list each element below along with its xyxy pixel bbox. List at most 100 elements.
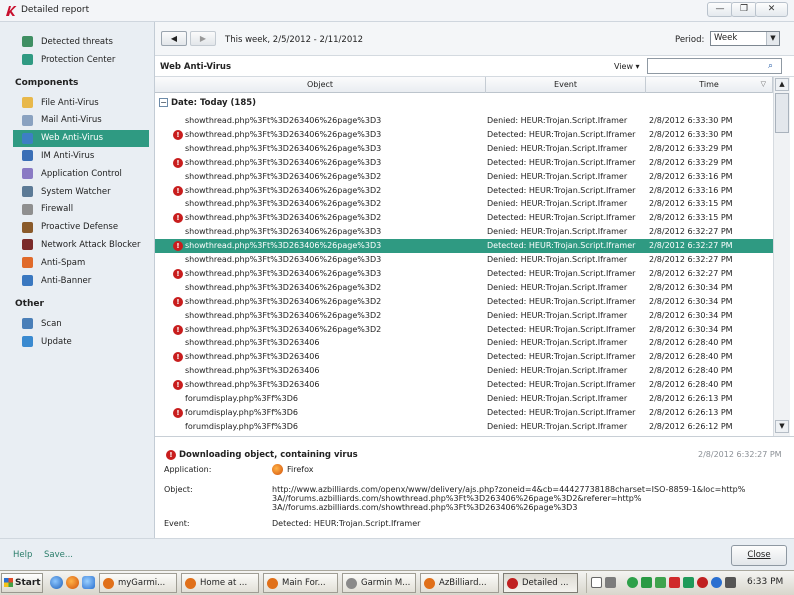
taskbar-button-label: Main For... (282, 578, 326, 588)
taskbar-button-label: myGarmi... (118, 578, 166, 588)
taskbar-button[interactable]: AzBilliard... (420, 573, 499, 593)
sidebar-item-im-anti-virus[interactable]: IM Anti-Virus (13, 147, 149, 164)
column-header-event[interactable]: Event (486, 77, 646, 93)
ie-quicklaunch-icon[interactable] (50, 576, 63, 589)
sidebar-item-detected-threats[interactable]: Detected threats (13, 33, 149, 50)
column-header-object[interactable]: Object (155, 77, 486, 93)
alert-tray-icon[interactable] (669, 577, 680, 588)
sidebar-item-network-attack-blocker[interactable]: Network Attack Blocker (13, 236, 149, 253)
detail-title: Downloading object, containing virus (179, 450, 358, 460)
table-row[interactable]: showthread.php%3Ft%3D263406%26page%3D2 De… (155, 309, 773, 323)
taskbar-button[interactable]: myGarmi... (99, 573, 177, 593)
update-tray-icon[interactable] (655, 577, 666, 588)
start-button[interactable]: Start (1, 573, 43, 593)
taskbar-button[interactable]: Garmin M... (342, 573, 416, 593)
taskbar-button-label: Garmin M... (361, 578, 411, 588)
table-row[interactable]: showthread.php%3Ft%3D263406%26page%3D2 De… (155, 197, 773, 211)
sidebar-item-proactive-defense[interactable]: Proactive Defense (13, 219, 149, 236)
sidebar-item-application-control[interactable]: Application Control (13, 165, 149, 182)
sidebar-item-anti-spam[interactable]: Anti-Spam (13, 254, 149, 271)
cell-object: showthread.php%3Ft%3D263406%26page%3D2 (185, 185, 382, 195)
back-button[interactable]: ◀ (161, 31, 187, 46)
table-row[interactable]: ! showthread.php%3Ft%3D263406%26page%3D2 D… (155, 323, 773, 337)
firefox-quicklaunch-icon[interactable] (66, 576, 79, 589)
volume-tray-icon[interactable] (725, 577, 736, 588)
sidebar-item-anti-banner[interactable]: Anti-Banner (13, 272, 149, 289)
period-label: Period: (675, 35, 705, 45)
taskbar-button[interactable]: Main For... (263, 573, 338, 593)
warning-icon: ! (173, 157, 183, 168)
table-row[interactable]: ! showthread.php%3Ft%3D263406%26page%3D2 D… (155, 295, 773, 309)
arrow-tray-icon[interactable] (605, 577, 616, 588)
table-row[interactable]: ! showthread.php%3Ft%3D263406%26page%3D2 D… (155, 211, 773, 225)
table-row[interactable]: ! showthread.php%3Ft%3D263406 Detected: HE… (155, 350, 773, 364)
shield-tray-icon[interactable] (641, 577, 652, 588)
column-header-time[interactable]: Time ▽ (646, 77, 773, 93)
table-row[interactable]: showthread.php%3Ft%3D263406%26page%3D3 De… (155, 114, 773, 128)
save-link[interactable]: Save... (44, 550, 73, 560)
collapse-icon[interactable]: − (159, 98, 168, 107)
cell-time: 2/8/2012 6:33:16 PM (649, 185, 733, 195)
forward-button[interactable]: ▶ (190, 31, 216, 46)
table-row[interactable]: showthread.php%3Ft%3D263406%26page%3D3 De… (155, 253, 773, 267)
sidebar-item-web-anti-virus[interactable]: Web Anti-Virus (13, 129, 149, 147)
maximize-button[interactable]: ❐ (731, 2, 757, 17)
close-button[interactable]: Close (731, 545, 787, 566)
table-row[interactable]: showthread.php%3Ft%3D263406 Denied: HEUR:… (155, 364, 773, 378)
cell-time: 2/8/2012 6:28:40 PM (649, 380, 733, 390)
scroll-up-button[interactable]: ▲ (775, 78, 789, 91)
table-row[interactable]: ! showthread.php%3Ft%3D263406%26page%3D3 D… (155, 267, 773, 281)
view-menu-button[interactable]: View ▾ (614, 62, 640, 71)
sidebar-item-protection-center[interactable]: Protection Center (13, 51, 149, 68)
table-row[interactable]: ! showthread.php%3Ft%3D263406%26page%3D3 D… (155, 128, 773, 142)
network-icon (22, 239, 33, 251)
search-input[interactable] (647, 58, 782, 74)
network-tray-icon[interactable] (683, 577, 694, 588)
kaspersky-tray-icon[interactable] (697, 577, 708, 588)
sidebar-item-label: Anti-Spam (41, 257, 86, 268)
help-link[interactable]: Help (13, 550, 32, 560)
table-row[interactable]: showthread.php%3Ft%3D263406%26page%3D3 De… (155, 142, 773, 156)
sidebar-item-file-anti-virus[interactable]: File Anti-Virus (13, 94, 149, 111)
cell-event: Denied: HEUR:Trojan.Script.Iframer (487, 199, 628, 209)
kaspersky-logo-icon (6, 6, 17, 16)
table-row[interactable]: ! showthread.php%3Ft%3D263406%26page%3D3 D… (155, 156, 773, 170)
globe-tray-icon[interactable] (711, 577, 722, 588)
window-close-button[interactable]: ✕ (755, 2, 788, 17)
sidebar-item-scan[interactable]: Scan (13, 315, 149, 332)
sidebar-item-firewall[interactable]: Firewall (13, 201, 149, 218)
windows-logo-icon (4, 578, 13, 587)
period-select[interactable]: Week ▼ (710, 31, 780, 46)
table-row[interactable]: ! showthread.php%3Ft%3D263406 Detected: HE… (155, 378, 773, 392)
minimize-button[interactable]: — (707, 2, 733, 17)
table-row[interactable]: ! showthread.php%3Ft%3D263406%26page%3D3 D… (155, 239, 773, 254)
table-row[interactable]: ! forumdisplay.php%3Ff%3D6 Detected: HEUR:… (155, 406, 773, 420)
search-icon[interactable]: ⌕ (768, 61, 773, 71)
table-row[interactable]: showthread.php%3Ft%3D263406 Denied: HEUR:… (155, 336, 773, 350)
shield-icon (22, 36, 33, 47)
cell-time: 2/8/2012 6:28:40 PM (649, 338, 733, 348)
cell-object: showthread.php%3Ft%3D263406 (185, 338, 320, 348)
scrollbar[interactable]: ▲ ▼ (773, 77, 790, 436)
sidebar-item-update[interactable]: Update (13, 333, 149, 350)
explorer-quicklaunch-icon[interactable] (82, 576, 95, 589)
sidebar-item-system-watcher[interactable]: System Watcher (13, 183, 149, 200)
sidebar-item-mail-anti-virus[interactable]: Mail Anti-Virus (13, 112, 149, 129)
table-row[interactable]: forumdisplay.php%3Ff%3D6 Denied: HEUR:Tro… (155, 392, 773, 406)
table-row[interactable]: forumdisplay.php%3Ff%3D6 Denied: HEUR:Tro… (155, 420, 773, 434)
table-row[interactable]: ! showthread.php%3Ft%3D263406%26page%3D2 D… (155, 184, 773, 198)
help-tray-icon[interactable] (591, 577, 602, 588)
scroll-thumb[interactable] (775, 93, 789, 133)
object-url-line-3: 3A//forums.azbilliards.com/showthread.ph… (272, 503, 578, 512)
cell-event: Denied: HEUR:Trojan.Script.Iframer (487, 255, 628, 264)
cell-event: Detected: HEUR:Trojan.Script.Iframer (487, 380, 636, 390)
group-row[interactable]: − Date: Today (185) (155, 94, 773, 111)
taskbar-button[interactable]: Detailed ... (503, 573, 578, 593)
table-row[interactable]: showthread.php%3Ft%3D263406%26page%3D3 De… (155, 225, 773, 239)
taskbar-button[interactable]: Home at ... (181, 573, 259, 593)
green-tray-icon[interactable] (627, 577, 638, 588)
event-label: Event: (164, 519, 190, 528)
scroll-down-button[interactable]: ▼ (775, 420, 789, 433)
table-row[interactable]: showthread.php%3Ft%3D263406%26page%3D2 De… (155, 170, 773, 184)
table-row[interactable]: showthread.php%3Ft%3D263406%26page%3D2 De… (155, 281, 773, 295)
